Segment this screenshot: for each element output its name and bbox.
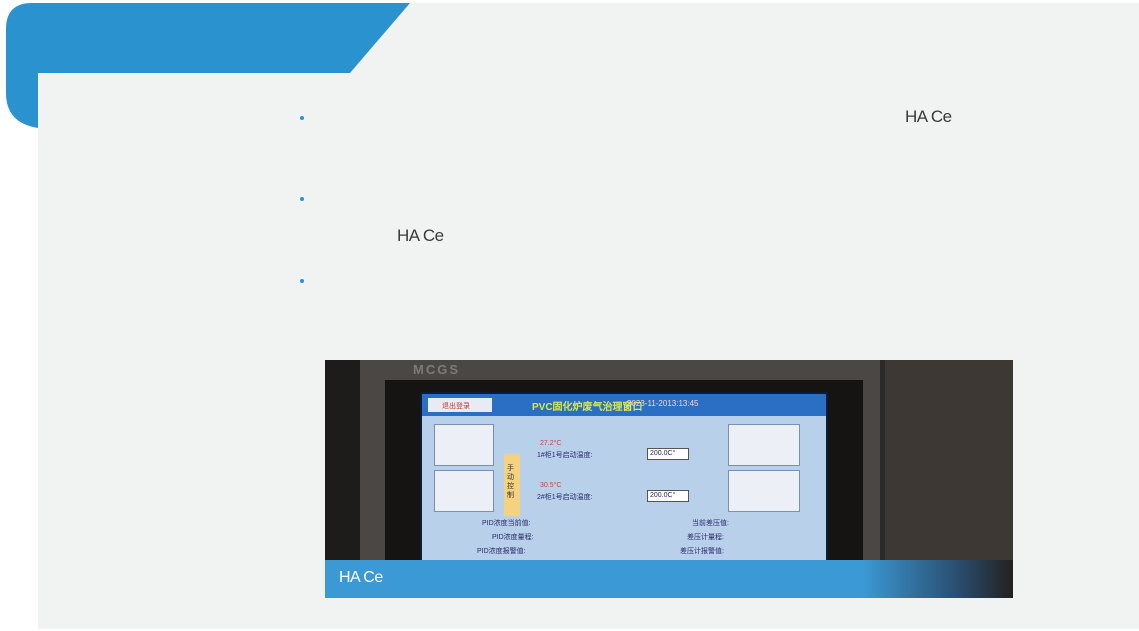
- brand-label: MCGS: [413, 362, 460, 377]
- bullet-3: [300, 279, 304, 283]
- temp-2: 30.5°C: [540, 482, 562, 489]
- setting-1: 1#柜1号启动温度:: [537, 452, 593, 459]
- caption-bar: HA Ce: [325, 560, 1013, 598]
- hmi-screen: 退出登录 PVC固化炉废气治理窗口 2023-11-2013:13:45 手动控…: [420, 392, 828, 562]
- left-box-2: [434, 470, 494, 512]
- temp-1: 27.2°C: [540, 440, 562, 447]
- exit-button: 退出登录: [428, 398, 492, 412]
- screen-title: PVC固化炉废气治理窗口: [532, 402, 643, 413]
- right-box-1: [728, 424, 800, 466]
- pid-alarm: PID浓度报警值:: [477, 548, 526, 555]
- caption-text: HA Ce: [339, 569, 383, 586]
- pressure-range: 差压计量程:: [687, 534, 724, 541]
- pid-range: PID浓度量程:: [492, 534, 534, 541]
- right-box-2: [728, 470, 800, 512]
- label-1: HA Ce: [905, 107, 952, 126]
- pid-current: PID浓度当前值:: [482, 520, 531, 527]
- bullet-2: [300, 197, 304, 201]
- value-1-field: 200.0C°: [647, 448, 689, 460]
- left-box-1: [434, 424, 494, 466]
- label-2: HA Ce: [397, 226, 444, 245]
- manual-strip: 手动控制: [504, 454, 520, 516]
- pressure-current: 当前差压值:: [692, 520, 729, 527]
- bullet-1: [300, 116, 304, 120]
- pressure-alarm: 差压计报警值:: [680, 548, 724, 555]
- corner-tab-decoration: [6, 3, 410, 128]
- value-2-field: 200.0C°: [647, 490, 689, 502]
- hmi-photo: MCGS 退出登录 PVC固化炉废气治理窗口 2023-11-2013:13:4…: [325, 360, 1013, 598]
- setting-2: 2#柜1号启动温度:: [537, 494, 593, 501]
- screen-datetime: 2023-11-2013:13:45: [627, 399, 699, 408]
